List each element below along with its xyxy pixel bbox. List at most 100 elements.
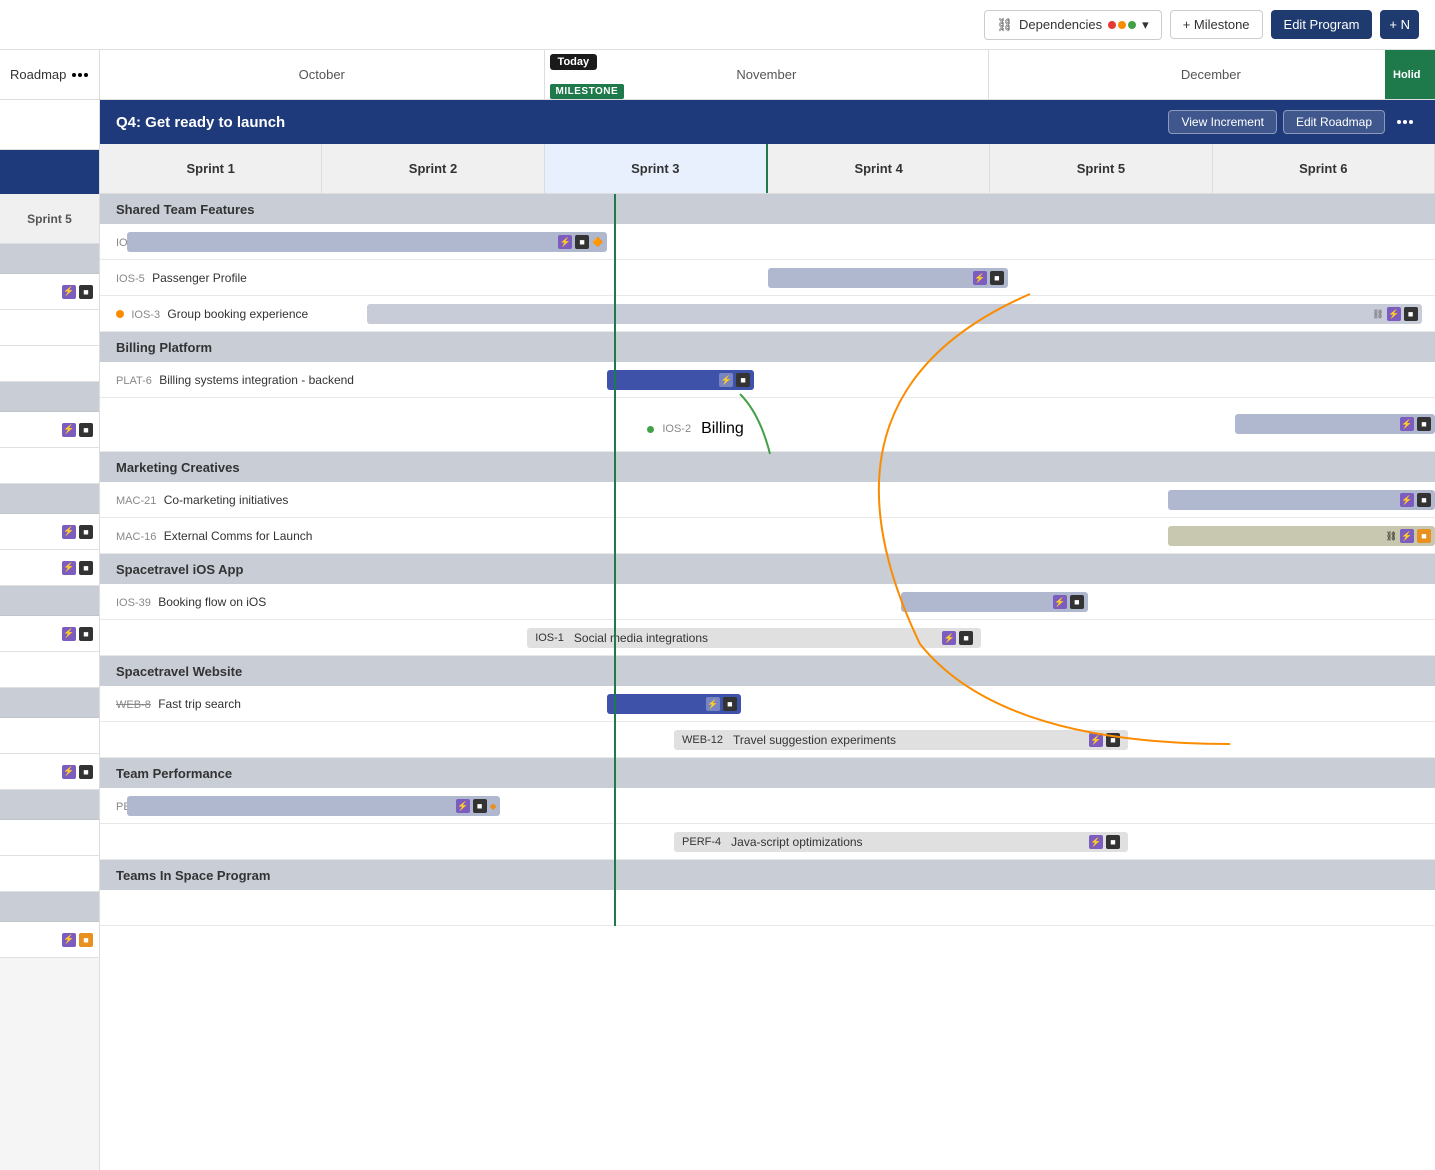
icon-ios4-1: ⚡ <box>62 285 76 299</box>
section-website: Spacetravel Website <box>100 656 1435 686</box>
icon-teams-1: ⚡ <box>62 933 76 947</box>
left-sprint-label: Sprint 5 <box>0 194 99 244</box>
task-perf4[interactable]: PERF-4 Java-script optimizations ⚡ ■ <box>100 824 1435 860</box>
month-november: November Today MILESTONE <box>545 50 990 99</box>
roadmap-label: Roadmap <box>10 67 66 82</box>
left-program-row <box>0 150 99 194</box>
web12-bar: WEB-12 Travel suggestion experiments ⚡ ■ <box>674 730 1128 750</box>
ios39-icon2: ■ <box>1070 595 1084 609</box>
icon-mac16-2: ■ <box>79 561 93 575</box>
section-billing: Billing Platform <box>100 332 1435 362</box>
icon-teams-2: ■ <box>79 933 93 947</box>
ios3-bar-icon1: ⚡ <box>1387 307 1401 321</box>
left-section-teams-space <box>0 892 99 922</box>
task-plat6[interactable]: PLAT-6 Billing systems integration - bac… <box>100 362 1435 398</box>
ios4-bar-dot: 🔶 <box>592 237 603 248</box>
task-mac21[interactable]: MAC-21 Co-marketing initiatives ⚡ ■ <box>100 482 1435 518</box>
ios4-bar-icon2: ■ <box>575 235 589 249</box>
gantt-main: October November Today MILESTONE Decembe… <box>100 50 1435 1170</box>
sprint-6: Sprint 6 <box>1213 144 1435 193</box>
left-section-shared <box>0 244 99 274</box>
sprint-5: Sprint 5 <box>990 144 1212 193</box>
left-item-perf4-empty <box>0 856 99 892</box>
web8-icon2: ■ <box>723 697 737 711</box>
ios2-content: IOS-2 Billing <box>647 420 743 438</box>
left-item-ios4: ⚡ ■ <box>0 274 99 310</box>
ios3-bar: ⛓ ⚡ ■ <box>367 304 1422 324</box>
task-web8-label: WEB-8 Fast trip search <box>100 697 241 711</box>
task-mac16[interactable]: MAC-16 External Comms for Launch ⛓ ⚡ ■ <box>100 518 1435 554</box>
month-october: October <box>100 50 545 99</box>
dependencies-button[interactable]: ⛓ Dependencies ▾ <box>984 10 1162 40</box>
dependencies-label: Dependencies <box>1019 17 1102 32</box>
milestone-button[interactable]: + Milestone <box>1170 10 1263 39</box>
plat6-icon2: ■ <box>736 373 750 387</box>
dep-dot-green <box>1128 21 1136 29</box>
perf4-bar: PERF-4 Java-script optimizations ⚡ ■ <box>674 832 1128 852</box>
month-headers: October November Today MILESTONE Decembe… <box>100 50 1435 100</box>
view-increment-button[interactable]: View Increment <box>1168 110 1276 134</box>
icon-plat6-1: ⚡ <box>62 423 76 437</box>
milestone-badge: MILESTONE <box>550 84 625 99</box>
task-ios4[interactable]: IOS-4 Trip mana... ⚡ ■ 🔶 <box>100 224 1435 260</box>
task-ios5[interactable]: IOS-5 Passenger Profile ⚡ ■ <box>100 260 1435 296</box>
left-item-web12-empty: ⚡ ■ <box>0 754 99 790</box>
sprint-4: Sprint 4 <box>768 144 990 193</box>
program-header: Q4: Get ready to launch View Increment E… <box>100 100 1435 144</box>
left-section-website <box>0 688 99 718</box>
task-ios39[interactable]: IOS-39 Booking flow on iOS ⚡ ■ <box>100 584 1435 620</box>
ios39-bar: ⚡ ■ <box>901 592 1088 612</box>
left-section-perf <box>0 790 99 820</box>
edit-roadmap-button[interactable]: Edit Roadmap <box>1283 110 1385 134</box>
perf4-icon1: ⚡ <box>1089 835 1103 849</box>
program-more-menu[interactable] <box>1391 116 1419 128</box>
ios3-link-icon: ⛓ <box>1372 309 1383 320</box>
dep-dot-orange <box>1118 21 1126 29</box>
left-item-web8-empty <box>0 718 99 754</box>
perf4-icon2: ■ <box>1106 835 1120 849</box>
task-web12[interactable]: WEB-12 Travel suggestion experiments ⚡ ■ <box>100 722 1435 758</box>
sprint-headers: Sprint 1 Sprint 2 Sprint 3 Sprint 4 Spri… <box>100 144 1435 194</box>
left-item-ios1-empty <box>0 652 99 688</box>
left-item-plat6: ⚡ ■ <box>0 412 99 448</box>
roadmap-menu-button[interactable] <box>66 69 94 81</box>
perf1-bar: ⚡ ■ ◆ <box>127 796 501 816</box>
icon-mac16-1: ⚡ <box>62 561 76 575</box>
task-ios3-label: IOS-3 Group booking experience <box>100 307 308 321</box>
web12-icon2: ■ <box>1106 733 1120 747</box>
left-item-ios39: ⚡ ■ <box>0 616 99 652</box>
milestone-label: + Milestone <box>1183 17 1250 32</box>
ios5-bar-icon1: ⚡ <box>973 271 987 285</box>
today-marker: Today <box>550 54 598 70</box>
section-marketing: Marketing Creatives <box>100 452 1435 482</box>
ios2-icon2: ■ <box>1417 417 1431 431</box>
plus-button[interactable]: + N <box>1380 10 1419 39</box>
task-teams-space-empty <box>100 890 1435 926</box>
task-ios1[interactable]: IOS-1 Social media integrations ⚡ ■ <box>100 620 1435 656</box>
edit-program-label: Edit Program <box>1284 17 1360 32</box>
holiday-badge: Holid <box>1385 50 1435 99</box>
mac21-icon2: ■ <box>1417 493 1431 507</box>
perf1-icon3: ◆ <box>490 801 497 812</box>
ios5-bar: ⚡ ■ <box>768 268 1008 288</box>
task-ios39-label: IOS-39 Booking flow on iOS <box>100 595 266 609</box>
top-toolbar: ⛓ Dependencies ▾ + Milestone Edit Progra… <box>0 0 1435 50</box>
web8-bar: ⚡ ■ <box>607 694 741 714</box>
task-ios2[interactable]: IOS-2 Billing ⚡ ■ <box>100 398 1435 452</box>
section-teams-space: Teams In Space Program <box>100 860 1435 890</box>
ios2-bar: ⚡ ■ <box>1235 414 1435 434</box>
left-item-ios2-empty <box>0 448 99 484</box>
task-perf1[interactable]: PERF-1 Runtime / backend profiling and o… <box>100 788 1435 824</box>
task-mac21-label: MAC-21 Co-marketing initiatives <box>100 493 288 507</box>
icon-ios39-2: ■ <box>79 627 93 641</box>
section-perf: Team Performance <box>100 758 1435 788</box>
left-header: Roadmap <box>0 50 99 100</box>
edit-program-button[interactable]: Edit Program <box>1271 10 1373 39</box>
task-ios3[interactable]: IOS-3 Group booking experience ⛓ ⚡ ■ <box>100 296 1435 332</box>
dep-dot-red <box>1108 21 1116 29</box>
month-december: December <box>989 50 1434 99</box>
task-mac16-label: MAC-16 External Comms for Launch <box>100 529 312 543</box>
task-web8[interactable]: WEB-8 Fast trip search ⚡ ■ <box>100 686 1435 722</box>
ios2-icon1: ⚡ <box>1400 417 1414 431</box>
sprint-3: Sprint 3 <box>545 144 768 193</box>
